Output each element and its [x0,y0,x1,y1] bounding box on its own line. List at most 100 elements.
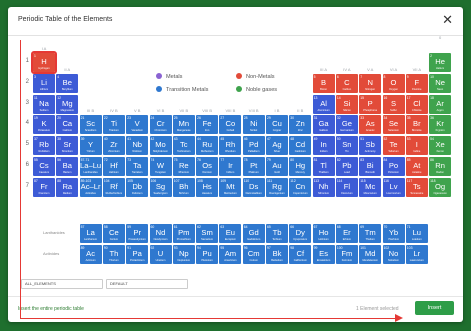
element-cell-cd[interactable]: 48 Cd Cadmium [289,136,312,156]
element-cell-pb[interactable]: 82 Pb Lead [335,157,358,176]
element-cell-la[interactable]: 57 La Lanthanum [79,224,102,243]
element-cell-ac–lr[interactable]: 89-103 Ac–Lr Actinides [79,177,102,197]
element-cell-re[interactable]: 75 Re Rhenium [172,157,195,176]
element-cell-gd[interactable]: 64 Gd Gadolinium [242,224,265,243]
element-cell-ar[interactable]: 18 Ar Argon [429,94,452,114]
element-cell-o[interactable]: 8 O Oxygen [382,73,405,93]
element-cell-tb[interactable]: 65 Tb Terbium [266,224,288,243]
element-cell-cl[interactable]: 17 Cl Chlorine [405,94,428,114]
element-cell-po[interactable]: 84 Po Polonium [382,157,405,176]
element-cell-ti[interactable]: 22 Ti Titanium [102,115,125,135]
element-cell-y[interactable]: 39 Y Yttrium [79,136,102,156]
element-cell-zr[interactable]: 40 Zr Zirconium [102,136,125,156]
element-cell-cs[interactable]: 55 Cs Caesium [33,157,55,176]
element-cell-nb[interactable]: 41 Nb Niobium [126,136,149,156]
element-cell-w[interactable]: 74 W Tungsten [149,157,172,176]
element-cell-rg[interactable]: 111 Rg Roentgenium [266,177,288,197]
element-cell-i[interactable]: 53 I Iodine [405,136,428,156]
element-cell-tc[interactable]: 43 Tc Technetium [172,136,195,156]
element-cell-bh[interactable]: 107 Bh Bohrium [172,177,195,197]
element-cell-pt[interactable]: 78 Pt Platinum [242,157,265,176]
element-cell-fe[interactable]: 26 Fe Iron [196,115,219,135]
element-cell-ds[interactable]: 110 Ds Darmstadtium [242,177,265,197]
element-cell-li[interactable]: 3 Li Lithium [33,73,55,93]
element-cell-rb[interactable]: 37 Rb Rubidium [33,136,55,156]
element-cell-se[interactable]: 34 Se Selenium [382,115,405,135]
element-cell-rh[interactable]: 45 Rh Rhodium [219,136,242,156]
element-cell-sm[interactable]: 62 Sm Samarium [196,224,219,243]
element-cell-ru[interactable]: 44 Ru Ruthenium [196,136,219,156]
element-cell-p[interactable]: 15 P Phosphorus [359,94,382,114]
element-cell-k[interactable]: 19 K Potassium [33,115,55,135]
element-cell-nh[interactable]: 113 Nh Nihonium [312,177,335,197]
element-cell-ir[interactable]: 77 Ir Iridium [219,157,242,176]
element-cell-ba[interactable]: 56 Ba Barium [56,157,79,176]
element-cell-mg[interactable]: 12 Mg Magnesium [56,94,79,114]
element-cell-sb[interactable]: 51 Sb Antimony [359,136,382,156]
element-cell-zn[interactable]: 30 Zn Zinc [289,115,312,135]
element-cell-eu[interactable]: 63 Eu Europium [219,224,242,243]
element-cell-si[interactable]: 14 Si Silicon [335,94,358,114]
element-cell-er[interactable]: 68 Er Erbium [335,224,358,243]
element-cell-sg[interactable]: 106 Sg Seaborgium [149,177,172,197]
element-cell-xe[interactable]: 54 Xe Xenon [429,136,452,156]
element-cell-sn[interactable]: 50 Sn Tin [335,136,358,156]
element-cell-kr[interactable]: 36 Kr Krypton [429,115,452,135]
element-cell-pr[interactable]: 59 Pr Praseodymium [126,224,149,243]
element-cell-ta[interactable]: 73 Ta Tantalum [126,157,149,176]
element-cell-sc[interactable]: 21 Sc Scandium [79,115,102,135]
element-cell-co[interactable]: 27 Co Cobalt [219,115,242,135]
element-cell-pu[interactable]: 94 Pu Plutonium [196,245,219,264]
element-cell-bi[interactable]: 83 Bi Bismuth [359,157,382,176]
element-cell-ag[interactable]: 47 Ag Silver [266,136,288,156]
element-cell-c[interactable]: 6 C Carbon [335,73,358,93]
element-cell-tl[interactable]: 81 Tl Thallium [312,157,335,176]
element-cell-og[interactable]: 118 Og Oganesson [429,177,452,197]
element-cell-au[interactable]: 79 Au Gold [266,157,288,176]
element-cell-es[interactable]: 99 Es Einsteinium [312,245,335,264]
element-cell-fr[interactable]: 87 Fr Francium [33,177,55,197]
element-cell-b[interactable]: 5 B Boron [312,73,335,93]
element-cell-pd[interactable]: 46 Pd Palladium [242,136,265,156]
element-cell-s[interactable]: 16 S Sulfur [382,94,405,114]
element-cell-al[interactable]: 13 Al Aluminium [312,94,335,114]
element-cell-mo[interactable]: 42 Mo Molybdenum [149,136,172,156]
element-cell-lr[interactable]: 103 Lr Lawrencium [405,245,428,264]
element-cell-ra[interactable]: 88 Ra Radium [56,177,79,197]
element-filter-input[interactable]: ALL_ELEMENTS [21,279,103,289]
element-cell-cu[interactable]: 29 Cu Copper [266,115,288,135]
element-cell-lv[interactable]: 116 Lv Livermorium [382,177,405,197]
element-cell-hs[interactable]: 108 Hs Hassium [196,177,219,197]
element-cell-os[interactable]: 76 Os Osmium [196,157,219,176]
element-cell-v[interactable]: 23 V Vanadium [126,115,149,135]
element-cell-mn[interactable]: 25 Mn Manganese [172,115,195,135]
element-cell-cm[interactable]: 96 Cm Curium [242,245,265,264]
element-cell-at[interactable]: 85 At Astatine [405,157,428,176]
element-cell-rn[interactable]: 86 Rn Radon [429,157,452,176]
element-cell-be[interactable]: 4 Be Beryllium [56,73,79,93]
element-cell-lu[interactable]: 71 Lu Lutetium [405,224,428,243]
element-cell-yb[interactable]: 70 Yb Ytterbium [382,224,405,243]
element-cell-rf[interactable]: 104 Rf Rutherfordium [102,177,125,197]
element-cell-f[interactable]: 9 F Fluorine [405,73,428,93]
element-cell-mt[interactable]: 109 Mt Meitnerium [219,177,242,197]
element-cell-dy[interactable]: 66 Dy Dysprosium [289,224,312,243]
element-cell-ca[interactable]: 20 Ca Calcium [56,115,79,135]
element-cell-hf[interactable]: 72 Hf Hafnium [102,157,125,176]
element-cell-bk[interactable]: 97 Bk Berkelium [266,245,288,264]
element-cell-he[interactable]: 2 He Helium [429,53,452,72]
element-cell-ce[interactable]: 58 Ce Cerium [102,224,125,243]
element-cell-pa[interactable]: 91 Pa Protactinium [126,245,149,264]
element-cell-la–lu[interactable]: 57-71 La–Lu Lanthanides [79,157,102,176]
element-cell-ne[interactable]: 10 Ne Neon [429,73,452,93]
element-cell-in[interactable]: 49 In Indium [312,136,335,156]
element-cell-ac[interactable]: 89 Ac Actinium [79,245,102,264]
element-cell-nd[interactable]: 60 Nd Neodymium [149,224,172,243]
element-cell-te[interactable]: 52 Te Tellurium [382,136,405,156]
insert-entire-table-link[interactable]: Insert the entire periodic table [18,306,84,312]
element-cell-ga[interactable]: 31 Ga Gallium [312,115,335,135]
element-cell-br[interactable]: 35 Br Bromine [405,115,428,135]
element-cell-cr[interactable]: 24 Cr Chromium [149,115,172,135]
element-cell-hg[interactable]: 80 Hg Mercury [289,157,312,176]
element-cell-pm[interactable]: 61 Pm Promethium [172,224,195,243]
